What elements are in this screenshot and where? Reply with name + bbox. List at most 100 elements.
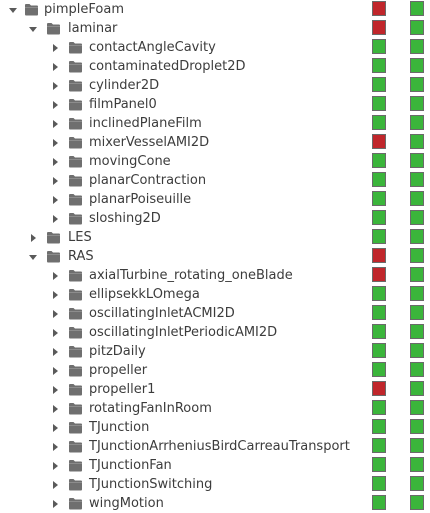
chevron-right-icon[interactable] xyxy=(49,171,61,190)
folder-icon xyxy=(69,175,82,187)
chevron-right-icon[interactable] xyxy=(49,437,61,456)
tree-row-cylinder2-d[interactable]: cylinder2D xyxy=(0,76,430,95)
folder-icon xyxy=(69,270,82,282)
chevron-right-icon[interactable] xyxy=(27,228,39,247)
status-pass-indicator xyxy=(410,419,424,434)
tree-row-tjunction-fan[interactable]: TJunctionFan xyxy=(0,456,430,475)
chevron-right-icon[interactable] xyxy=(49,133,61,152)
status-fail-indicator xyxy=(372,20,386,35)
folder-icon xyxy=(69,308,82,320)
status-pass-indicator xyxy=(410,381,424,396)
tree-row-planar-contraction[interactable]: planarContraction xyxy=(0,171,430,190)
status-pass-indicator xyxy=(372,343,386,358)
tree-item-label: sloshing2D xyxy=(89,211,161,226)
tree-row-ellipsekk-lomega[interactable]: ellipsekkLOmega xyxy=(0,285,430,304)
folder-icon xyxy=(69,498,82,510)
folder-icon xyxy=(69,194,82,206)
folder-icon xyxy=(69,479,82,491)
tree-row-sloshing2-d[interactable]: sloshing2D xyxy=(0,209,430,228)
folder-icon xyxy=(25,4,38,16)
status-fail-indicator xyxy=(372,267,386,282)
tree-item-label: planarPoiseuille xyxy=(89,192,192,207)
tree-item-label: cylinder2D xyxy=(89,78,160,93)
folder-icon xyxy=(69,156,82,168)
chevron-right-icon[interactable] xyxy=(49,361,61,380)
chevron-right-icon[interactable] xyxy=(49,494,61,513)
chevron-right-icon[interactable] xyxy=(49,418,61,437)
tree-row-ras[interactable]: RAS xyxy=(0,247,430,266)
status-pass-indicator xyxy=(410,115,424,130)
status-pass-indicator xyxy=(372,476,386,491)
tree-row-pimple-foam[interactable]: pimpleFoam xyxy=(0,0,430,19)
chevron-right-icon[interactable] xyxy=(49,475,61,494)
case-tree: pimpleFoam laminar contactAngleCavity conta… xyxy=(0,0,430,513)
tree-item-label: contactAngleCavity xyxy=(89,40,216,55)
status-pass-indicator xyxy=(372,305,386,320)
status-fail-indicator xyxy=(372,134,386,149)
chevron-right-icon[interactable] xyxy=(49,456,61,475)
status-pass-indicator xyxy=(372,172,386,187)
chevron-right-icon[interactable] xyxy=(49,38,61,57)
tree-item-label: pitzDaily xyxy=(89,344,146,359)
chevron-down-icon[interactable] xyxy=(27,19,39,38)
status-pass-indicator xyxy=(372,39,386,54)
chevron-right-icon[interactable] xyxy=(49,399,61,418)
chevron-right-icon[interactable] xyxy=(49,266,61,285)
status-pass-indicator xyxy=(410,39,424,54)
chevron-right-icon[interactable] xyxy=(49,285,61,304)
tree-item-label: TJunctionArrheniusBirdCarreauTransport xyxy=(89,439,350,454)
tree-row-contaminated-droplet2-d[interactable]: contaminatedDroplet2D xyxy=(0,57,430,76)
status-pass-indicator xyxy=(410,457,424,472)
tree-row-tjunction[interactable]: TJunction xyxy=(0,418,430,437)
tree-row-tjunction-arrhenius-bird-carreau-transport[interactable]: TJunctionArrheniusBirdCarreauTransport xyxy=(0,437,430,456)
tree-row-tjunction-switching[interactable]: TJunctionSwitching xyxy=(0,475,430,494)
tree-row-propeller[interactable]: propeller xyxy=(0,361,430,380)
tree-row-mixer-vessel-ami2-d[interactable]: mixerVesselAMI2D xyxy=(0,133,430,152)
tree-item-label: rotatingFanInRoom xyxy=(89,401,212,416)
chevron-right-icon[interactable] xyxy=(49,190,61,209)
tree-row-les[interactable]: LES xyxy=(0,228,430,247)
status-pass-indicator xyxy=(372,362,386,377)
tree-row-propeller1[interactable]: propeller1 xyxy=(0,380,430,399)
status-pass-indicator xyxy=(410,476,424,491)
chevron-down-icon[interactable] xyxy=(27,247,39,266)
chevron-right-icon[interactable] xyxy=(49,76,61,95)
chevron-down-icon[interactable] xyxy=(7,0,19,19)
tree-item-label: propeller1 xyxy=(89,382,156,397)
tree-row-moving-cone[interactable]: movingCone xyxy=(0,152,430,171)
folder-icon xyxy=(69,460,82,472)
chevron-right-icon[interactable] xyxy=(49,323,61,342)
folder-icon xyxy=(69,403,82,415)
tree-item-label: filmPanel0 xyxy=(89,97,157,112)
chevron-right-icon[interactable] xyxy=(49,304,61,323)
folder-icon xyxy=(69,213,82,225)
tree-item-label: contaminatedDroplet2D xyxy=(89,59,246,74)
chevron-right-icon[interactable] xyxy=(49,152,61,171)
tree-row-film-panel0[interactable]: filmPanel0 xyxy=(0,95,430,114)
tree-item-label: laminar xyxy=(68,21,118,36)
status-pass-indicator xyxy=(410,362,424,377)
tree-row-rotating-fan-in-room[interactable]: rotatingFanInRoom xyxy=(0,399,430,418)
tree-item-label: pimpleFoam xyxy=(44,2,124,17)
chevron-right-icon[interactable] xyxy=(49,95,61,114)
tree-item-label: oscillatingInletACMI2D xyxy=(89,306,235,321)
tree-row-planar-poiseuille[interactable]: planarPoiseuille xyxy=(0,190,430,209)
tree-row-axial-turbine-rotating-one-blade[interactable]: axialTurbine_rotating_oneBlade xyxy=(0,266,430,285)
chevron-right-icon[interactable] xyxy=(49,380,61,399)
chevron-right-icon[interactable] xyxy=(49,209,61,228)
tree-row-inclined-plane-film[interactable]: inclinedPlaneFilm xyxy=(0,114,430,133)
tree-row-wing-motion[interactable]: wingMotion xyxy=(0,494,430,513)
status-fail-indicator xyxy=(372,1,386,16)
chevron-right-icon[interactable] xyxy=(49,57,61,76)
folder-icon xyxy=(47,232,60,244)
tree-row-laminar[interactable]: laminar xyxy=(0,19,430,38)
tree-row-contact-angle-cavity[interactable]: contactAngleCavity xyxy=(0,38,430,57)
tree-row-oscillating-inlet-acmi2-d[interactable]: oscillatingInletACMI2D xyxy=(0,304,430,323)
chevron-right-icon[interactable] xyxy=(49,342,61,361)
tree-row-oscillating-inlet-periodic-ami2-d[interactable]: oscillatingInletPeriodicAMI2D xyxy=(0,323,430,342)
tree-row-pitz-daily[interactable]: pitzDaily xyxy=(0,342,430,361)
chevron-right-icon[interactable] xyxy=(49,114,61,133)
tree-item-label: TJunctionFan xyxy=(89,458,172,473)
status-pass-indicator xyxy=(372,438,386,453)
folder-icon xyxy=(69,42,82,54)
